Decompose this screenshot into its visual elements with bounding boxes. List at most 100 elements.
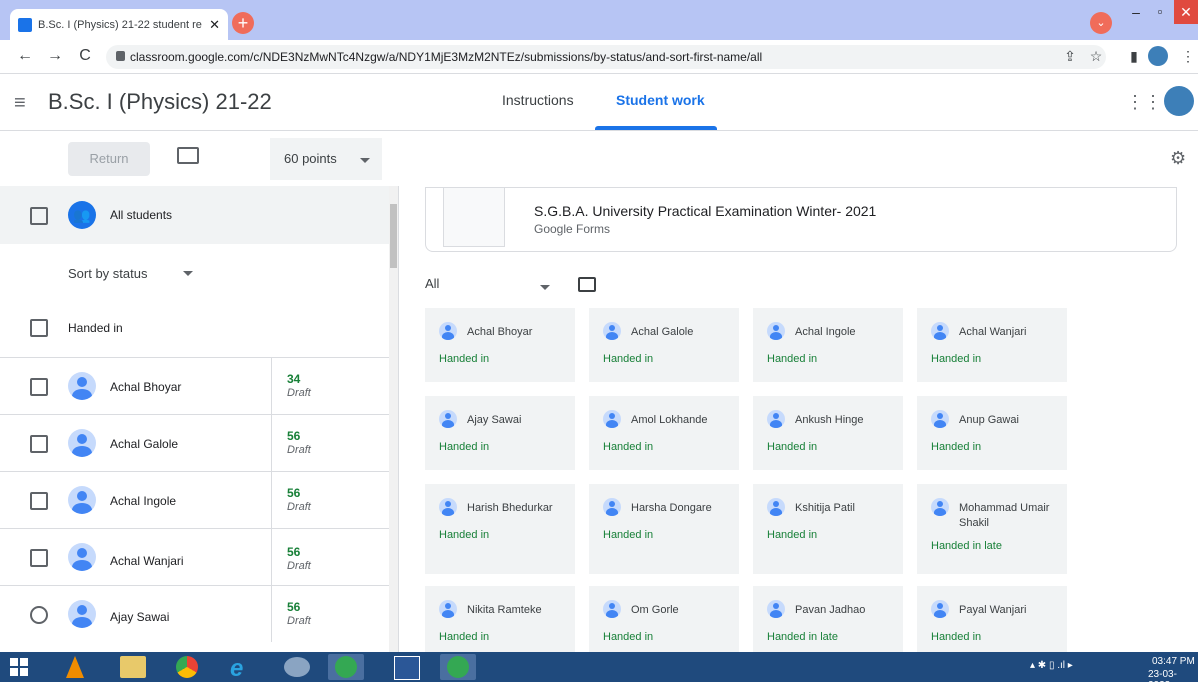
student-checkbox[interactable]	[30, 606, 48, 624]
table-row[interactable]: Achal Wanjari 56 Draft	[0, 529, 389, 585]
table-row[interactable]: Achal Bhoyar 34 Draft	[0, 358, 389, 414]
browser-tab[interactable]: B.Sc. I (Physics) 21-22 student re ✕	[10, 9, 228, 40]
lock-icon[interactable]	[116, 51, 125, 61]
student-grade[interactable]: 56	[287, 545, 300, 559]
student-grade[interactable]: 34	[287, 372, 300, 386]
student-submission-card[interactable]: Pavan Jadhao Handed in late	[753, 586, 903, 652]
student-checkbox[interactable]	[30, 549, 48, 567]
avatar	[767, 600, 785, 618]
account-avatar[interactable]	[1164, 86, 1194, 116]
card-status: Handed in	[439, 631, 490, 643]
student-name[interactable]: Achal Bhoyar	[110, 380, 181, 394]
student-submission-card[interactable]: Ankush Hinge Handed in	[753, 396, 903, 470]
word-icon[interactable]	[394, 656, 420, 680]
student-submission-card[interactable]: Achal Bhoyar Handed in	[425, 308, 575, 382]
avatar	[931, 498, 949, 516]
new-tab-button[interactable]: +	[232, 12, 254, 34]
student-submission-card[interactable]: Achal Galole Handed in	[589, 308, 739, 382]
side-panel-icon[interactable]: ▮	[1124, 46, 1144, 66]
student-checkbox[interactable]	[30, 492, 48, 510]
chrome-icon[interactable]	[176, 656, 198, 678]
hamburger-menu-icon[interactable]: ≡	[14, 92, 26, 115]
student-submission-card[interactable]: Achal Ingole Handed in	[753, 308, 903, 382]
student-submission-card[interactable]: Achal Wanjari Handed in	[917, 308, 1067, 382]
share-icon[interactable]: ⇪	[1060, 46, 1080, 66]
email-icon[interactable]	[177, 147, 199, 164]
browser-tab-title: B.Sc. I (Physics) 21-22 student re	[38, 18, 202, 31]
avatar	[68, 372, 96, 400]
sort-dropdown[interactable]: Sort by status	[68, 266, 147, 281]
clock-date[interactable]: 23-03-2023	[1148, 669, 1198, 691]
student-checkbox[interactable]	[30, 435, 48, 453]
all-students-row[interactable]	[0, 186, 389, 244]
tab-student-work[interactable]: Student work	[616, 92, 705, 108]
system-tray[interactable]: ▴ ✱ ▯ .ıl ▸	[1030, 660, 1073, 671]
back-button[interactable]: ←	[16, 46, 34, 66]
avatar	[439, 322, 457, 340]
student-submission-card[interactable]: Harsha Dongare Handed in	[589, 484, 739, 574]
forward-button[interactable]: →	[46, 46, 64, 66]
table-row[interactable]: Ajay Sawai 56 Draft	[0, 586, 389, 642]
browser-profile-avatar[interactable]	[1148, 46, 1168, 66]
group-icon: 👥	[68, 201, 96, 229]
student-name[interactable]: Achal Galole	[110, 437, 178, 451]
window-close-button[interactable]: ✕	[1174, 0, 1198, 24]
card-student-name: Ajay Sawai	[467, 414, 522, 426]
student-submission-card[interactable]: Harish Bhedurkar Handed in	[425, 484, 575, 574]
file-explorer-icon[interactable]	[120, 656, 146, 678]
tab-search-button[interactable]: ⌄	[1090, 12, 1112, 34]
windows-start-icon[interactable]	[10, 658, 28, 676]
vlc-icon[interactable]	[66, 656, 84, 678]
attachment-card[interactable]	[425, 187, 1177, 252]
student-checkbox[interactable]	[30, 378, 48, 396]
card-student-name: Achal Ingole	[795, 326, 856, 338]
avatar	[931, 600, 949, 618]
class-title[interactable]: B.Sc. I (Physics) 21-22	[48, 89, 272, 115]
scrollbar-thumb[interactable]	[390, 204, 397, 268]
filter-dropdown[interactable]: All	[425, 276, 439, 291]
student-submission-card[interactable]: Amol Lokhande Handed in	[589, 396, 739, 470]
avatar	[68, 486, 96, 514]
handed-in-checkbox[interactable]	[30, 319, 48, 337]
address-bar[interactable]: classroom.google.com/c/NDE3NzMwNTc4Nzgw/…	[106, 45, 1106, 69]
student-submission-card[interactable]: Payal Wanjari Handed in	[917, 586, 1067, 652]
taskbar-chrome-app[interactable]	[440, 654, 476, 680]
reload-button[interactable]: C	[76, 46, 94, 66]
avatar	[603, 410, 621, 428]
student-grade[interactable]: 56	[287, 429, 300, 443]
folder-icon[interactable]	[578, 277, 596, 292]
student-submission-card[interactable]: Kshitija Patil Handed in	[753, 484, 903, 574]
tab-close-icon[interactable]: ✕	[209, 17, 220, 33]
student-name[interactable]: Achal Wanjari	[110, 554, 184, 568]
student-submission-card[interactable]: Anup Gawai Handed in	[917, 396, 1067, 470]
card-status: Handed in	[931, 353, 982, 365]
table-row[interactable]: Achal Ingole 56 Draft	[0, 472, 389, 528]
card-status: Handed in	[439, 441, 490, 453]
student-grade[interactable]: 56	[287, 600, 300, 614]
taskbar-active-app[interactable]	[328, 654, 364, 680]
student-submission-card[interactable]: Nikita Ramteke Handed in	[425, 586, 575, 652]
clock-time[interactable]: 03:47 PM	[1152, 656, 1195, 667]
form-thumbnail	[443, 187, 505, 247]
student-name[interactable]: Achal Ingole	[110, 494, 176, 508]
cd-drive-icon[interactable]	[284, 657, 310, 677]
tab-instructions[interactable]: Instructions	[502, 92, 574, 108]
student-submission-card[interactable]: Ajay Sawai Handed in	[425, 396, 575, 470]
attachment-title[interactable]: S.G.B.A. University Practical Examinatio…	[534, 203, 876, 219]
window-maximize-button[interactable]: ▫	[1150, 4, 1170, 19]
student-grade[interactable]: 56	[287, 486, 300, 500]
student-submission-card[interactable]: Om Gorle Handed in	[589, 586, 739, 652]
window-minimize-button[interactable]: –	[1126, 4, 1146, 20]
card-student-name: Kshitija Patil	[795, 502, 855, 514]
settings-gear-icon[interactable]: ⚙	[1170, 148, 1186, 169]
browser-menu-icon[interactable]: ⋮	[1178, 46, 1198, 66]
bookmark-star-icon[interactable]: ☆	[1086, 46, 1106, 66]
all-students-checkbox[interactable]	[30, 207, 48, 225]
table-row[interactable]: Achal Galole 56 Draft	[0, 415, 389, 471]
student-submission-card[interactable]: Mohammad Umair Shakil Handed in late	[917, 484, 1067, 574]
internet-explorer-icon[interactable]: e	[230, 655, 243, 683]
student-name[interactable]: Ajay Sawai	[110, 610, 169, 624]
return-button[interactable]: Return	[68, 142, 150, 176]
avatar	[439, 600, 457, 618]
chrome-window-icon	[335, 656, 357, 678]
